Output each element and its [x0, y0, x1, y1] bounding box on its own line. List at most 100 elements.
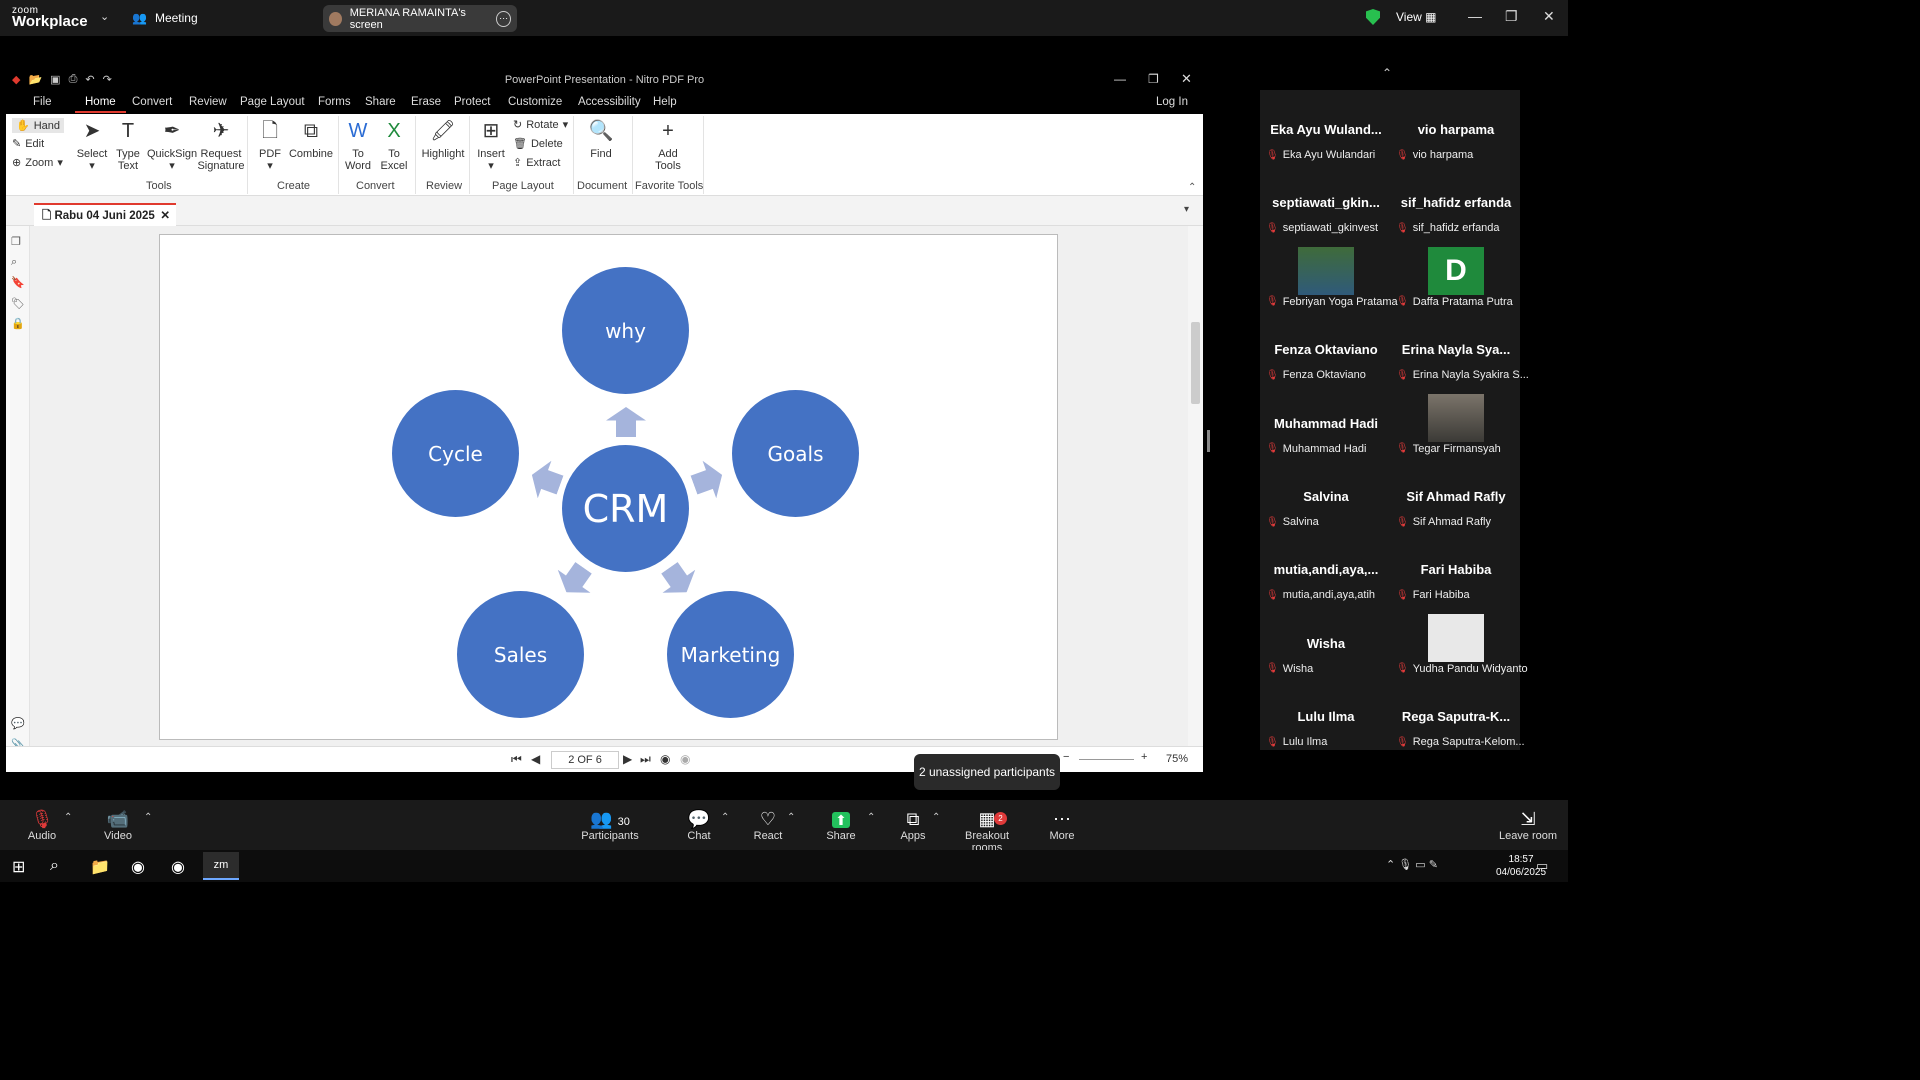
participant-tile[interactable]: Fari Habiba 🎙 Fari Habiba	[1392, 534, 1520, 605]
zoom-slider[interactable]	[1079, 759, 1134, 760]
participant-tile[interactable]: sif_hafidz erfanda 🎙 sif_hafidz erfanda	[1392, 167, 1520, 238]
print-icon[interactable]: ⎙	[69, 73, 78, 86]
to-word-button[interactable]: W To Word	[342, 118, 374, 172]
zoom-out-icon[interactable]: −	[1063, 751, 1069, 763]
page-indicator[interactable]: 2 OF 6	[551, 751, 619, 769]
menu-share[interactable]: Share	[365, 96, 396, 108]
close-icon[interactable]: ✕	[1181, 71, 1192, 87]
pages-icon[interactable]: ❐	[11, 236, 23, 248]
windows-start-icon[interactable]: ⊞	[12, 857, 25, 877]
menu-convert[interactable]: Convert	[132, 96, 172, 108]
login-button[interactable]: Log In	[1156, 96, 1188, 108]
collapse-ribbon-icon[interactable]: ⌃	[1188, 182, 1196, 193]
participant-tile[interactable]: Salvina 🎙 Salvina	[1262, 461, 1390, 532]
menu-customize[interactable]: Customize	[508, 96, 562, 108]
chrome-icon[interactable]: ◉	[131, 857, 145, 877]
zoom-level[interactable]: 75%	[1166, 753, 1188, 765]
participant-tile[interactable]: Fenza Oktaviano 🎙 Fenza Oktaviano	[1262, 314, 1390, 385]
search-icon[interactable]: ⌕	[11, 256, 23, 268]
bookmark-icon[interactable]: 🔖	[11, 277, 25, 289]
react-options-icon[interactable]: ⌃	[787, 812, 795, 823]
menu-erase[interactable]: Erase	[411, 96, 441, 108]
more-button[interactable]: ⋯ More	[1032, 808, 1092, 842]
request-signature-button[interactable]: ✈ Request Signature	[196, 118, 246, 172]
close-icon[interactable]: ✕	[1543, 8, 1555, 25]
zoom-taskbar-icon[interactable]: zm	[203, 852, 239, 880]
menu-home[interactable]: Home	[75, 96, 126, 113]
shield-icon[interactable]	[1366, 9, 1380, 25]
participant-tile[interactable]: D 🎙 Daffa Pratama Putra	[1392, 241, 1520, 312]
participant-tile[interactable]: mutia,andi,aya,... 🎙 mutia,andi,aya,atih	[1262, 534, 1390, 605]
edit-tool[interactable]: ✎ Edit	[12, 137, 44, 151]
save-icon[interactable]: ▣	[50, 73, 60, 86]
leave-room-button[interactable]: ⇲ Leave room	[1498, 808, 1558, 842]
menu-protect[interactable]: Protect	[454, 96, 490, 108]
select-button[interactable]: ➤ Select ▾	[76, 118, 108, 172]
first-page-icon[interactable]: ⏮	[511, 752, 522, 767]
vertical-scrollbar[interactable]	[1188, 226, 1203, 746]
participant-tile[interactable]: 🎙 Febriyan Yoga Pratama	[1262, 241, 1398, 312]
zoom-in-icon[interactable]: +	[1141, 751, 1147, 763]
participant-tile[interactable]: Sif Ahmad Rafly 🎙 Sif Ahmad Rafly	[1392, 461, 1520, 532]
menu-accessibility[interactable]: Accessibility	[578, 96, 641, 108]
chat-button[interactable]: 💬 Chat	[669, 808, 729, 842]
view-button[interactable]: View ▦	[1396, 10, 1436, 24]
combine-button[interactable]: ⧉ Combine	[288, 118, 334, 160]
comment-icon[interactable]: 💬	[11, 718, 25, 730]
insert-button[interactable]: ⊞ Insert ▾	[474, 118, 508, 172]
extract-button[interactable]: ⇪ Extract	[513, 156, 560, 170]
prev-page-icon[interactable]: ◀	[531, 752, 540, 766]
participant-tile[interactable]: Wisha 🎙 Wisha	[1262, 608, 1390, 679]
panel-resize-handle[interactable]	[1207, 430, 1210, 452]
participant-tile[interactable]: 🎙 Tegar Firmansyah	[1392, 388, 1520, 459]
participant-tile[interactable]: vio harpama 🎙 vio harpama	[1392, 94, 1520, 165]
screen-share-pill[interactable]: MERIANA RAMAINTA's screen ···	[323, 5, 517, 32]
video-options-icon[interactable]: ⌃	[144, 812, 152, 823]
back-view-icon[interactable]: ◉	[660, 752, 670, 766]
menu-help[interactable]: Help	[653, 96, 677, 108]
file-explorer-icon[interactable]: 📁	[90, 857, 110, 877]
lock-icon[interactable]: 🔒	[11, 318, 25, 330]
participant-tile[interactable]: Eka Ayu Wuland... 🎙 Eka Ayu Wulandari	[1262, 94, 1390, 165]
more-options-icon[interactable]: ···	[496, 10, 511, 27]
close-tab-icon[interactable]: ✕	[160, 205, 170, 227]
notification-icon[interactable]: ▭	[1536, 858, 1548, 874]
menu-review[interactable]: Review	[189, 96, 227, 108]
restore-icon[interactable]: ❐	[1148, 72, 1159, 86]
breakout-rooms-button[interactable]: ▦ 2 Breakout rooms	[950, 808, 1024, 854]
rotate-button[interactable]: ↻ Rotate ▾	[513, 118, 568, 132]
next-page-icon[interactable]: ▶	[623, 752, 632, 766]
tab-list-chevron-icon[interactable]: ▾	[1184, 204, 1189, 215]
highlight-button[interactable]: 🖍 Highlight	[418, 118, 468, 160]
audio-button[interactable]: 🎙 Audio	[12, 808, 72, 842]
participant-tile[interactable]: septiawati_gkin... 🎙 septiawati_gkinvest	[1262, 167, 1390, 238]
open-icon[interactable]: 📂	[28, 73, 42, 86]
restore-icon[interactable]: ❐	[1505, 8, 1518, 25]
participant-tile[interactable]: Erina Nayla Sya... 🎙 Erina Nayla Syakira S…	[1392, 314, 1529, 385]
minimize-icon[interactable]: —	[1114, 72, 1126, 86]
minimize-icon[interactable]: —	[1468, 8, 1482, 24]
participants-button[interactable]: 👥 30 Participants	[580, 808, 640, 842]
tag-icon[interactable]: 🏷	[11, 298, 25, 310]
scroll-up-icon[interactable]: ⌃	[1382, 66, 1392, 80]
add-tools-button[interactable]: + Add Tools	[650, 118, 686, 172]
zoom-tool[interactable]: ⊕ Zoom ▾	[12, 156, 63, 170]
redo-icon[interactable]: ↷	[103, 73, 112, 86]
chat-options-icon[interactable]: ⌃	[721, 812, 729, 823]
video-button[interactable]: 📹 Video	[88, 808, 148, 842]
pdf-button[interactable]: 🗋 PDF ▾	[256, 118, 284, 172]
participant-tile[interactable]: Muhammad Hadi 🎙 Muhammad Hadi	[1262, 388, 1390, 459]
to-excel-button[interactable]: X To Excel	[378, 118, 410, 172]
chrome-profile-icon[interactable]: ◉	[171, 857, 185, 877]
type-text-button[interactable]: T Type Text	[112, 118, 144, 172]
quicksign-button[interactable]: ✒ QuickSign ▾	[147, 118, 197, 172]
undo-icon[interactable]: ↶	[85, 73, 94, 86]
tray-icons[interactable]: ⌃ 🎙 ▭ ✎	[1386, 858, 1438, 871]
find-button[interactable]: 🔍 Find	[584, 118, 618, 160]
chevron-down-icon[interactable]: ⌄	[100, 10, 109, 23]
menu-forms[interactable]: Forms	[318, 96, 351, 108]
hand-tool[interactable]: ✋ Hand	[12, 118, 64, 133]
share-button[interactable]: ⬆ Share	[811, 808, 871, 842]
last-page-icon[interactable]: ⏭	[640, 752, 651, 767]
delete-button[interactable]: 🗑 Delete	[513, 137, 563, 151]
